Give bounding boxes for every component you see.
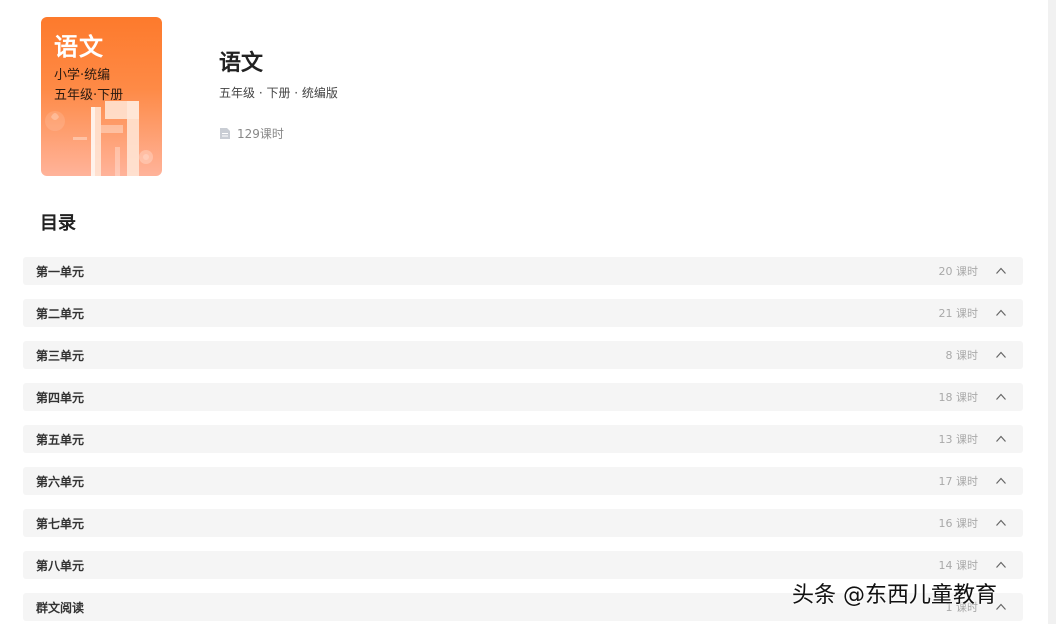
book-cover: 语文 小学·统编 五年级·下册 xyxy=(41,17,162,176)
toc-unit-row[interactable]: 第二单元 21 课时 xyxy=(23,299,1023,327)
toc-unit-name: 群文阅读 xyxy=(36,600,85,615)
toc-unit-row[interactable]: 第八单元 14 课时 xyxy=(23,551,1023,579)
toc-unit-count: 17 课时 xyxy=(938,475,979,488)
cover-illustration xyxy=(45,101,153,176)
toc-unit-count: 18 课时 xyxy=(938,391,979,404)
toc-unit-count: 14 课时 xyxy=(938,559,979,572)
chevron-up-icon[interactable] xyxy=(995,307,1007,319)
toc-unit-name: 第六单元 xyxy=(36,474,85,489)
toc-unit-count: 20 课时 xyxy=(938,265,979,278)
toc-unit-name: 第三单元 xyxy=(36,348,85,363)
toc-list: 第一单元 20 课时 第二单元 21 课时 第三单元 8 课时 第四单元 18 … xyxy=(23,257,1023,624)
chevron-up-icon[interactable] xyxy=(995,517,1007,529)
total-lesson-count: 129课时 xyxy=(237,127,284,141)
toc-unit-count: 16 课时 xyxy=(938,517,979,530)
toc-unit-row[interactable]: 第七单元 16 课时 xyxy=(23,509,1023,537)
book-detail-page: 语文 小学·统编 五年级·下册 语文 五年级 · 下册 · 统编版 129课时 … xyxy=(0,0,1056,624)
cover-line-series: 小学·统编 xyxy=(54,68,111,83)
book-title: 语文 xyxy=(219,51,264,76)
toc-unit-row[interactable]: 第五单元 13 课时 xyxy=(23,425,1023,453)
toc-unit-row[interactable]: 第三单元 8 课时 xyxy=(23,341,1023,369)
chevron-up-icon[interactable] xyxy=(995,475,1007,487)
toc-unit-name: 第八单元 xyxy=(36,558,85,573)
toc-unit-count: 21 课时 xyxy=(938,307,979,320)
watermark-text: 头条 @东西儿童教育 xyxy=(792,583,997,608)
cover-subject: 语文 xyxy=(54,32,104,61)
toc-unit-row[interactable]: 第一单元 20 课时 xyxy=(23,257,1023,285)
scrollbar[interactable] xyxy=(1048,0,1056,624)
toc-unit-name: 第四单元 xyxy=(36,390,85,405)
toc-unit-row[interactable]: 第六单元 17 课时 xyxy=(23,467,1023,495)
chevron-up-icon[interactable] xyxy=(995,349,1007,361)
document-icon xyxy=(220,128,230,139)
toc-unit-count: 13 课时 xyxy=(938,433,979,446)
toc-unit-row[interactable]: 第四单元 18 课时 xyxy=(23,383,1023,411)
toc-unit-name: 第七单元 xyxy=(36,516,85,531)
toc-unit-name: 第五单元 xyxy=(36,432,85,447)
chevron-up-icon[interactable] xyxy=(995,265,1007,277)
chevron-up-icon[interactable] xyxy=(995,433,1007,445)
chevron-up-icon[interactable] xyxy=(995,391,1007,403)
toc-unit-name: 第二单元 xyxy=(36,306,85,321)
book-meta: 五年级 · 下册 · 统编版 xyxy=(219,86,338,100)
lesson-count-info: 129课时 xyxy=(219,125,284,142)
chevron-up-icon[interactable] xyxy=(995,559,1007,571)
toc-unit-count: 8 课时 xyxy=(945,349,979,362)
toc-heading: 目录 xyxy=(40,213,76,234)
toc-unit-name: 第一单元 xyxy=(36,264,85,279)
